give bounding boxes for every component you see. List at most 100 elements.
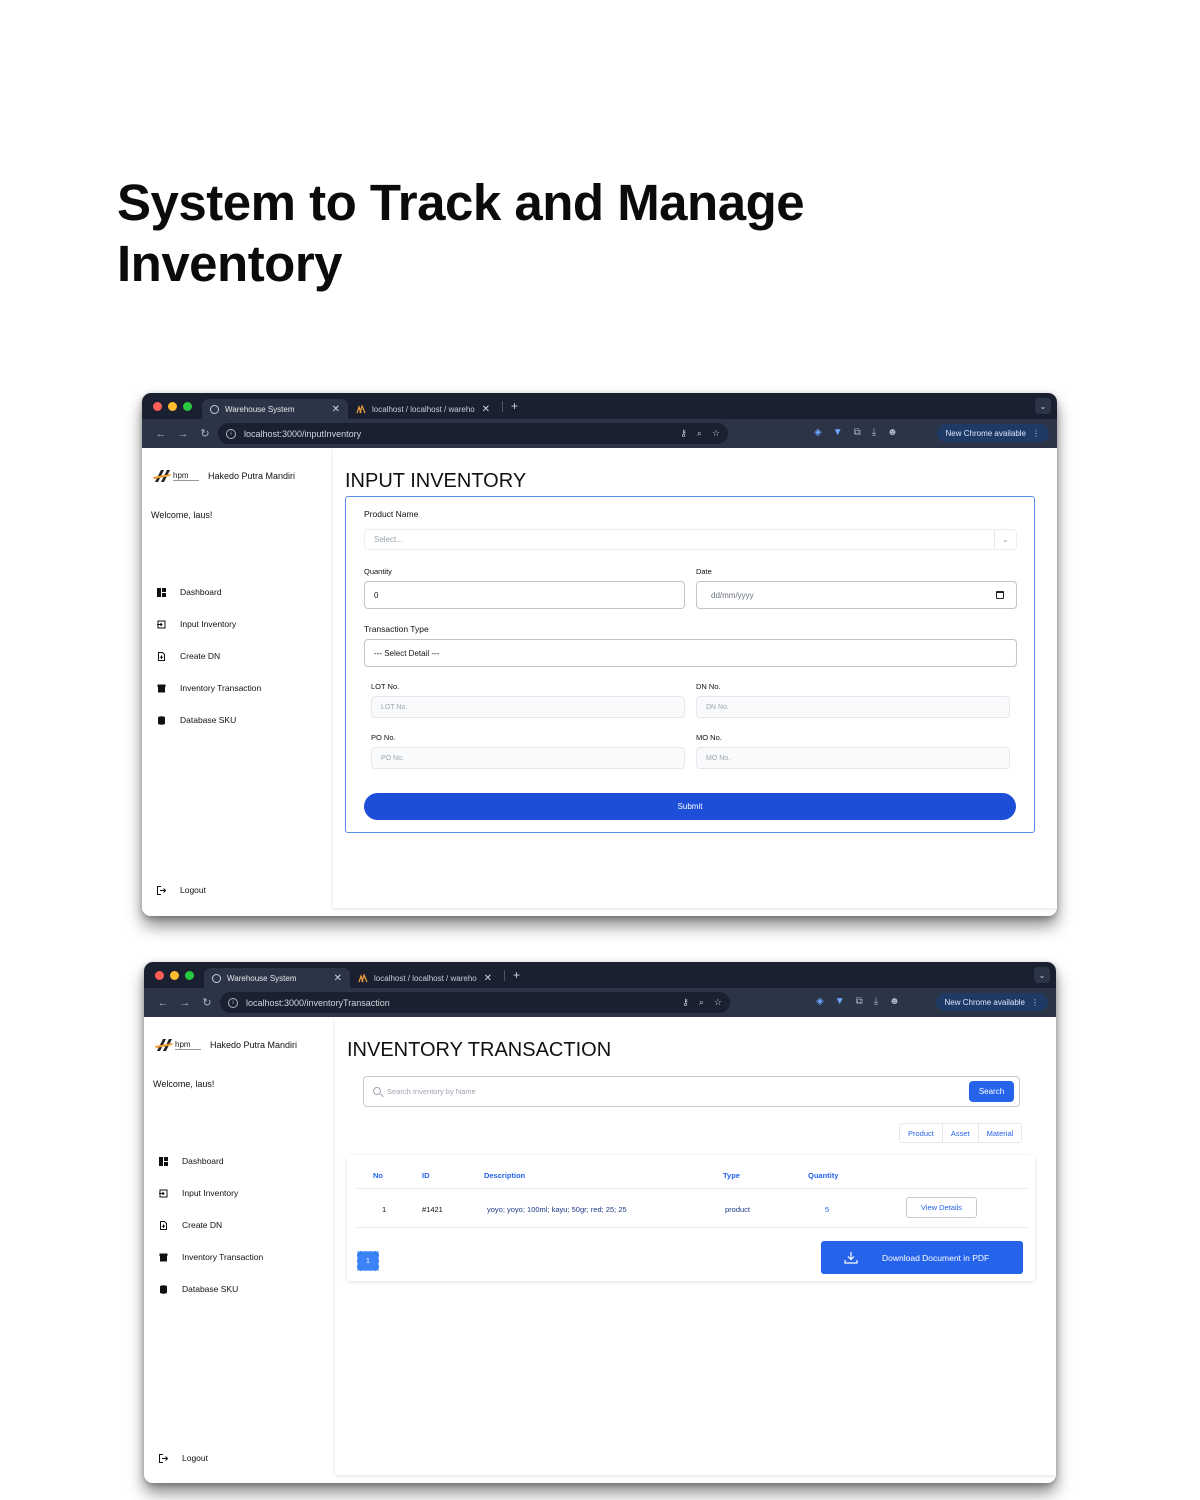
extensions: ◈ ▼ ⧉ ⤓ ☻ <box>816 996 900 1007</box>
site-info-icon[interactable]: i <box>226 428 236 439</box>
sidebar-item-label: Create DN <box>182 1220 223 1230</box>
filter-material-button[interactable]: Material <box>978 1124 1022 1142</box>
forward-icon[interactable]: → <box>172 428 194 440</box>
po-placeholder: PO No. <box>381 754 404 762</box>
sidebar-item-label: Database SKU <box>182 1284 239 1294</box>
new-chrome-button[interactable]: New Chrome available ⋮ <box>935 993 1048 1011</box>
po-input[interactable]: PO No. <box>371 747 685 769</box>
close-tab-icon[interactable]: ✕ <box>334 973 342 984</box>
maximize-window-button[interactable] <box>183 401 192 411</box>
page-title: INVENTORY TRANSACTION <box>347 1039 612 1061</box>
product-name-select[interactable]: Select... ⌄ <box>364 529 1017 550</box>
mo-input[interactable]: MO No. <box>696 747 1010 769</box>
transaction-type-select[interactable]: --- Select Detail --- <box>364 639 1017 667</box>
tab-warehouse-system[interactable]: Warehouse System ✕ <box>204 968 350 988</box>
star-icon[interactable]: ☆ <box>714 997 722 1008</box>
quantity-input[interactable]: 0 <box>364 581 685 609</box>
window-controls[interactable] <box>144 970 204 980</box>
filter-product-button[interactable]: Product <box>900 1124 943 1142</box>
sidebar-item-dashboard[interactable]: Dashboard <box>159 1145 263 1177</box>
calendar-icon[interactable] <box>996 591 1004 599</box>
tab-phpmyadmin[interactable]: localhost / localhost / wareho ✕ <box>348 399 498 419</box>
view-details-button[interactable]: View Details <box>906 1197 977 1218</box>
close-window-button[interactable] <box>155 970 164 980</box>
key-icon[interactable]: ⚷ <box>682 997 689 1008</box>
sidebar-item-label: Dashboard <box>182 1156 224 1166</box>
maximize-window-button[interactable] <box>185 970 194 980</box>
mo-placeholder: MO No. <box>706 754 731 762</box>
kebab-menu-icon[interactable]: ⋮ <box>1032 429 1040 438</box>
filter-asset-button[interactable]: Asset <box>942 1124 979 1142</box>
pagination-page-1[interactable]: 1 <box>357 1251 379 1271</box>
tab-warehouse-system[interactable]: Warehouse System ✕ <box>202 399 348 419</box>
minimize-window-button[interactable] <box>168 401 177 411</box>
database-icon <box>160 1284 167 1294</box>
back-icon[interactable]: ← <box>150 428 172 440</box>
lot-input[interactable]: LOT No. <box>371 696 685 718</box>
drop-extension-icon[interactable]: ◈ <box>816 996 824 1007</box>
sidebar-item-inventory-transaction[interactable]: Inventory Transaction <box>157 672 261 704</box>
key-icon[interactable]: ⚷ <box>680 428 687 439</box>
drop-extension-icon[interactable]: ◈ <box>814 427 822 438</box>
sidebar-item-inventory-transaction[interactable]: Inventory Transaction <box>159 1241 263 1273</box>
reload-icon[interactable]: ↻ <box>196 996 218 1009</box>
vue-extension-icon[interactable]: ▼ <box>835 996 845 1007</box>
window-controls[interactable] <box>142 401 202 411</box>
sidebar-item-input-inventory[interactable]: Input Inventory <box>159 1177 263 1209</box>
download-pdf-button[interactable]: Download Document in PDF <box>821 1241 1023 1274</box>
submit-button[interactable]: Submit <box>364 793 1016 820</box>
lot-placeholder: LOT No. <box>381 703 408 711</box>
main-content: INVENTORY TRANSACTION Search Inventory b… <box>335 1017 1056 1483</box>
sidebar-item-database-sku[interactable]: Database SKU <box>157 704 261 736</box>
back-icon[interactable]: ← <box>152 997 174 1009</box>
download-icon[interactable]: ⤓ <box>872 427 876 438</box>
forward-icon[interactable]: → <box>174 997 196 1009</box>
profile-avatar-icon[interactable]: ☻ <box>887 427 898 438</box>
logo-row: hpm Hakedo Putra Mandiri <box>155 1037 297 1053</box>
product-name-label: Product Name <box>364 509 419 519</box>
site-info-icon[interactable]: i <box>228 997 238 1008</box>
tab-search-icon[interactable]: ⌄ <box>1035 398 1051 414</box>
search-button[interactable]: Search <box>969 1081 1014 1102</box>
sidebar-item-create-dn[interactable]: Create DN <box>157 640 261 672</box>
download-icon[interactable]: ⤓ <box>874 996 878 1007</box>
profile-avatar-icon[interactable]: ☻ <box>889 996 900 1007</box>
new-tab-icon[interactable]: + <box>513 968 520 982</box>
close-window-button[interactable] <box>153 401 162 411</box>
reload-icon[interactable]: ↻ <box>194 427 216 440</box>
sidebar-item-dashboard[interactable]: Dashboard <box>157 576 261 608</box>
search-input[interactable]: Search Inventory by Name Search <box>363 1076 1020 1107</box>
sidebar-item-label: Inventory Transaction <box>182 1252 264 1262</box>
logout-button[interactable]: Logout <box>159 1453 208 1463</box>
extension-icon[interactable]: ⧉ <box>854 427 861 438</box>
url-field[interactable]: i localhost:3000/inputInventory ⚷ ⌕ ☆ <box>218 423 728 444</box>
close-tab-icon[interactable]: ✕ <box>332 404 340 415</box>
kebab-menu-icon[interactable]: ⋮ <box>1031 998 1039 1007</box>
sidebar-item-database-sku[interactable]: Database SKU <box>159 1273 263 1305</box>
star-icon[interactable]: ☆ <box>712 428 720 439</box>
app-viewport: hpm Hakedo Putra Mandiri Welcome, laus! … <box>142 448 1057 916</box>
file-plus-icon <box>160 1220 167 1230</box>
tab-search-icon[interactable]: ⌄ <box>1034 967 1050 983</box>
sidebar-item-input-inventory[interactable]: Input Inventory <box>157 608 261 640</box>
zoom-icon[interactable]: ⌕ <box>699 997 704 1008</box>
browser-tabbar: Warehouse System ✕ localhost / localhost… <box>142 393 1057 419</box>
download-icon <box>844 1251 858 1264</box>
date-input[interactable]: dd/mm/yyyy <box>696 581 1017 609</box>
minimize-window-button[interactable] <box>170 970 179 980</box>
close-tab-icon[interactable]: ✕ <box>484 973 492 984</box>
zoom-icon[interactable]: ⌕ <box>697 428 702 439</box>
sidebar-item-create-dn[interactable]: Create DN <box>159 1209 263 1241</box>
url-field[interactable]: i localhost:3000/inventoryTransaction ⚷ … <box>220 992 730 1013</box>
vue-extension-icon[interactable]: ▼ <box>833 427 843 438</box>
close-tab-icon[interactable]: ✕ <box>482 404 490 415</box>
logout-button[interactable]: Logout <box>157 885 206 895</box>
new-chrome-button[interactable]: New Chrome available ⋮ <box>936 424 1049 442</box>
dn-input[interactable]: DN No. <box>696 696 1010 718</box>
input-inventory-form: Product Name Select... ⌄ Quantity 0 Date… <box>345 496 1035 833</box>
extension-icon[interactable]: ⧉ <box>856 996 863 1007</box>
new-tab-icon[interactable]: + <box>511 399 518 413</box>
sidebar-item-label: Database SKU <box>180 715 237 725</box>
tab-phpmyadmin[interactable]: localhost / localhost / wareho ✕ <box>350 968 500 988</box>
cell-quantity: 5 <box>825 1205 830 1214</box>
